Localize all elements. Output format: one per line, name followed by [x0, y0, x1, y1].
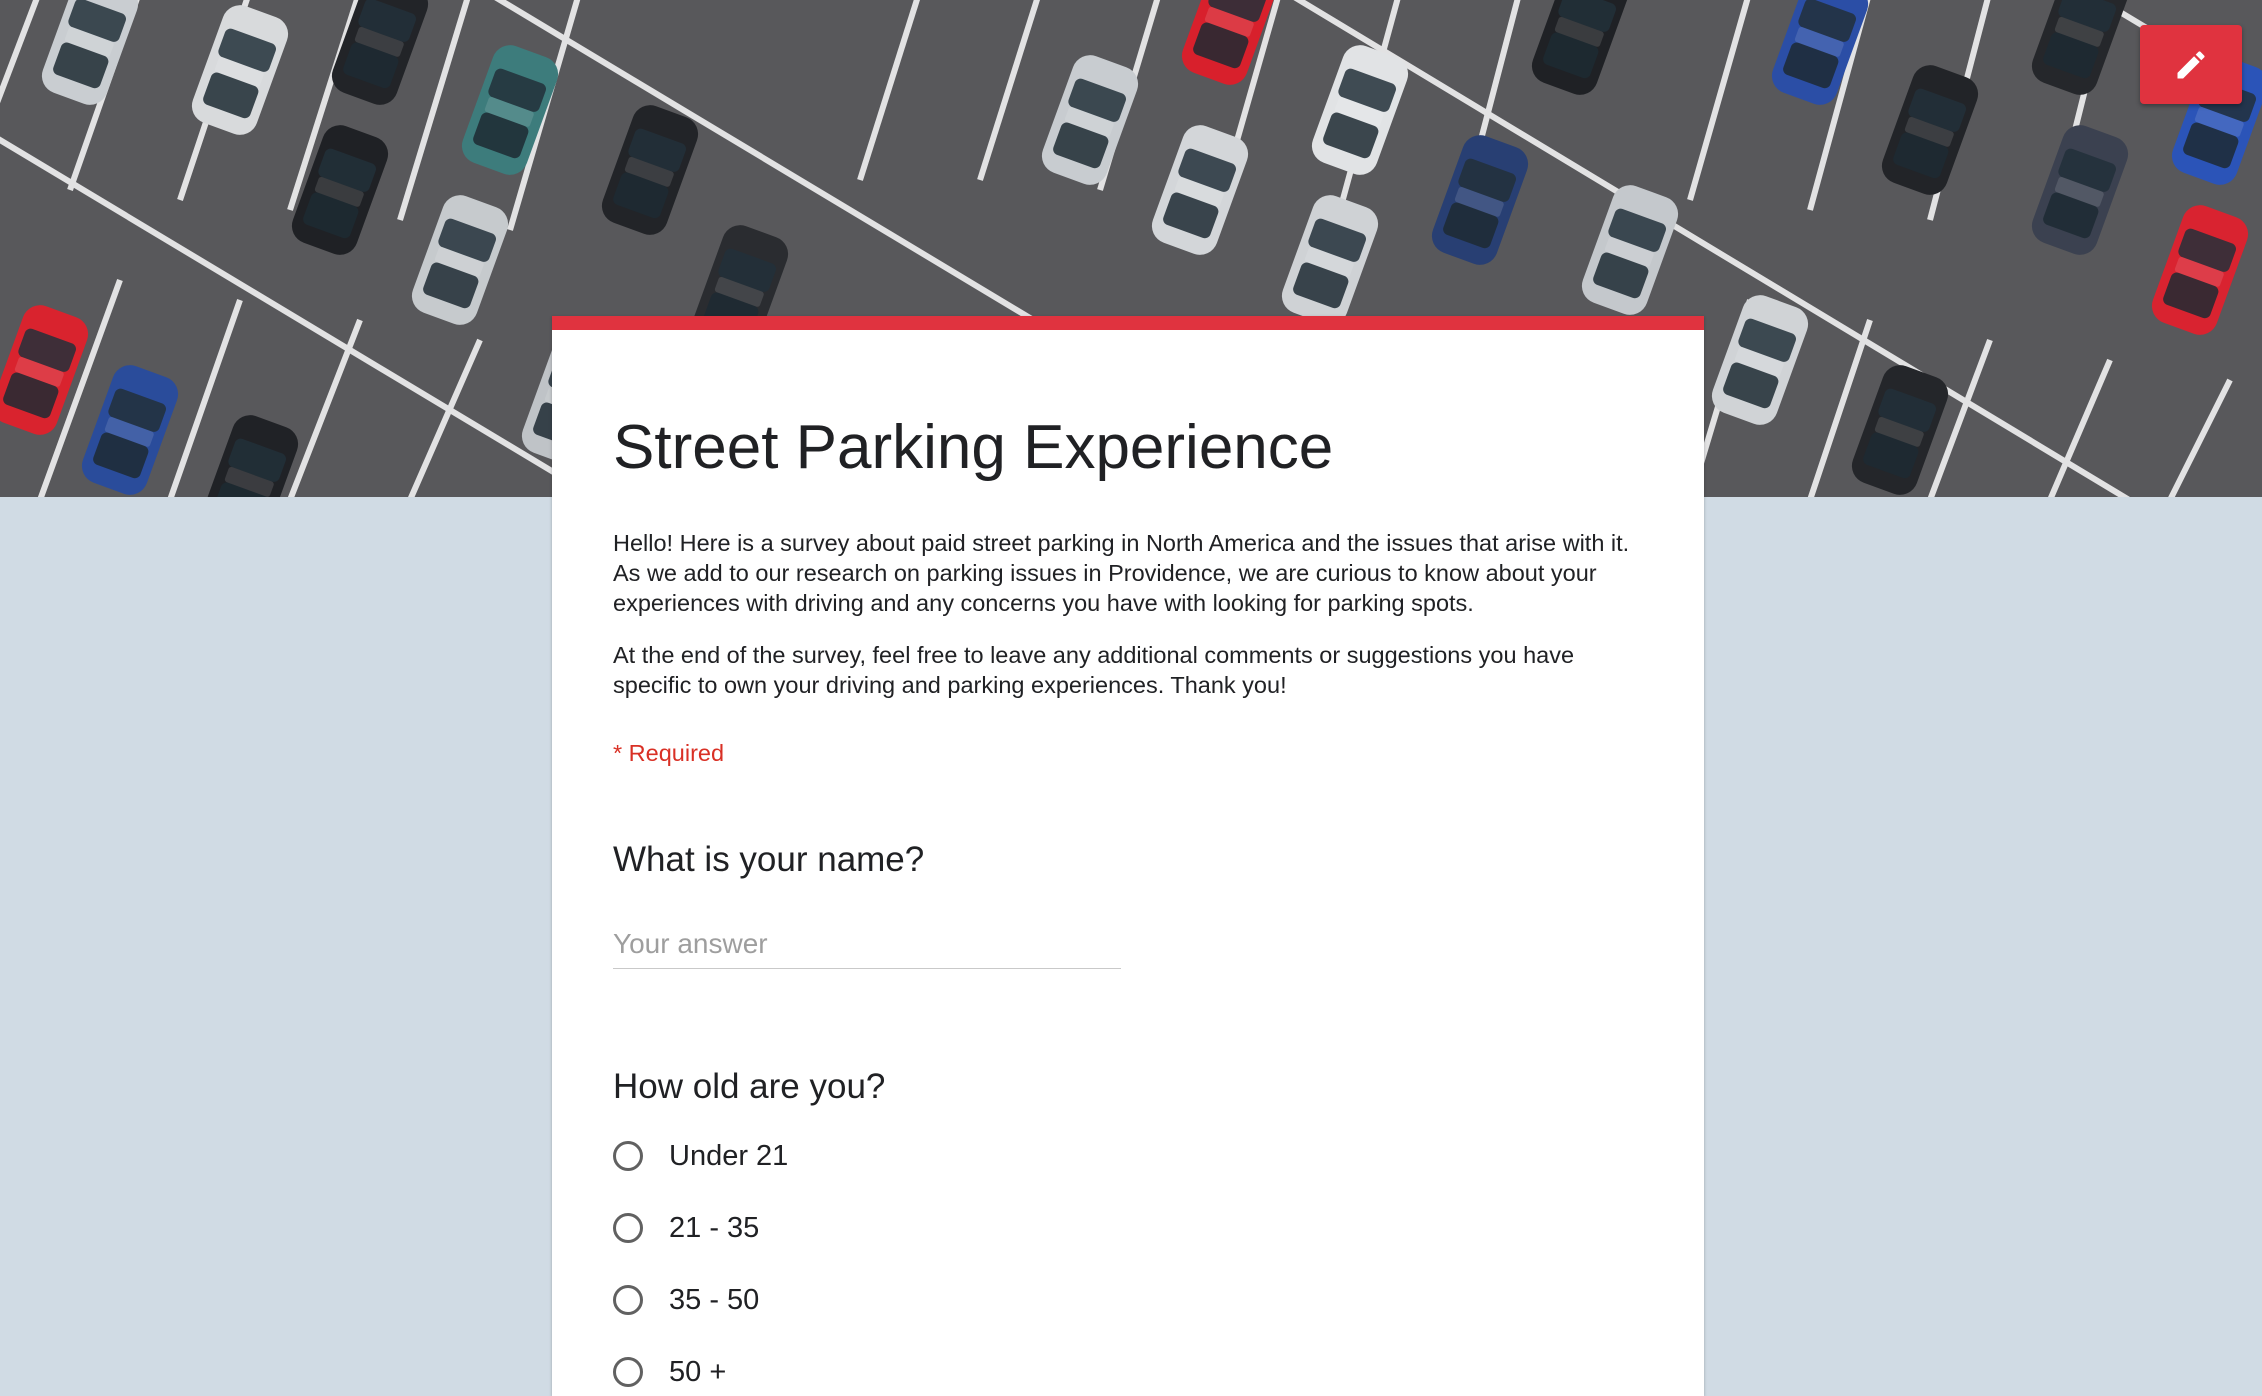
- description-paragraph: Hello! Here is a survey about paid stree…: [613, 530, 1630, 616]
- radio-label: 50 +: [669, 1355, 727, 1388]
- name-input[interactable]: [613, 920, 1121, 969]
- age-option-under-21[interactable]: Under 21: [613, 1136, 788, 1176]
- required-note: * Required: [613, 740, 725, 766]
- radio-button[interactable]: [613, 1285, 643, 1315]
- age-option-50-plus[interactable]: 50 +: [613, 1352, 726, 1392]
- form-description: Hello! Here is a survey about paid stree…: [613, 528, 1653, 722]
- form-title: Street Parking Experience: [613, 413, 1334, 482]
- pencil-icon: [2177, 50, 2205, 78]
- description-paragraph: At the end of the survey, feel free to l…: [613, 642, 1575, 698]
- form-card: Street Parking Experience Hello! Here is…: [552, 316, 1704, 1396]
- question-title-name: What is your name?: [613, 840, 925, 879]
- radio-label: Under 21: [669, 1139, 789, 1172]
- question-title-age: How old are you?: [613, 1067, 886, 1106]
- radio-label: 35 - 50: [669, 1283, 760, 1316]
- age-option-35-50[interactable]: 35 - 50: [613, 1280, 759, 1320]
- radio-button[interactable]: [613, 1213, 643, 1243]
- radio-label: 21 - 35: [669, 1211, 760, 1244]
- edit-button[interactable]: [2140, 25, 2242, 104]
- radio-button[interactable]: [613, 1357, 643, 1387]
- age-option-21-35[interactable]: 21 - 35: [613, 1208, 759, 1248]
- radio-button[interactable]: [613, 1141, 643, 1171]
